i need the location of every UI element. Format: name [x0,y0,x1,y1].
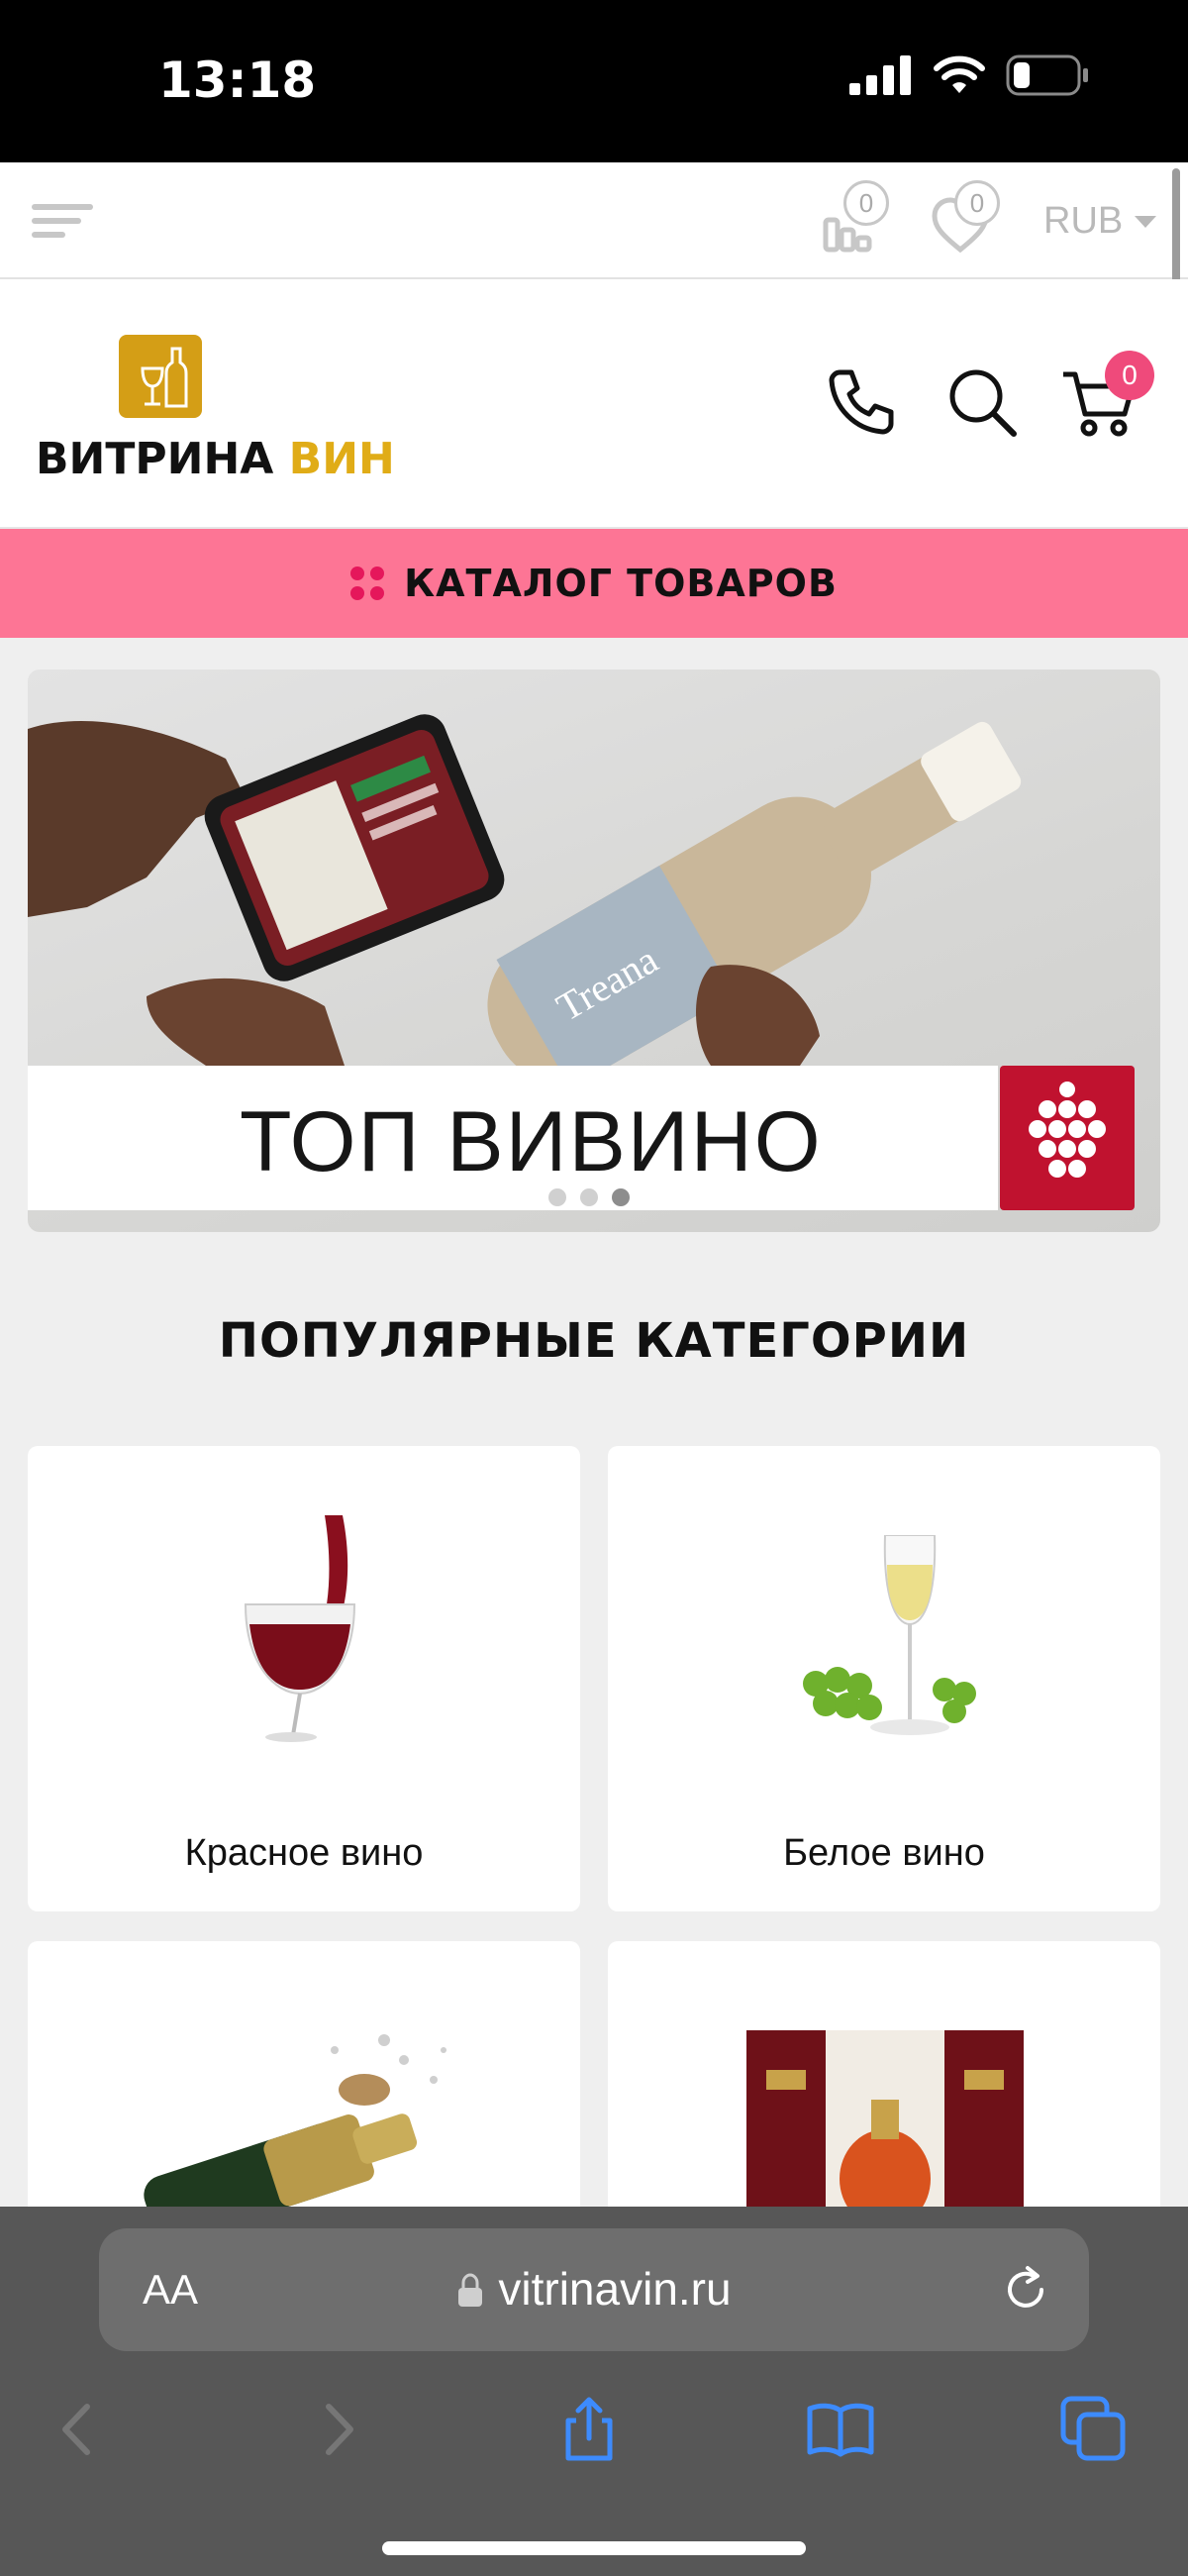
compare-count-badge: 0 [843,180,889,226]
home-indicator[interactable] [382,2541,806,2555]
reload-icon[interactable] [1000,2264,1051,2316]
banner-dot[interactable] [548,1188,566,1206]
popular-categories-title: ПОПУЛЯРНЫЕ КАТЕГОРИИ [218,1313,970,1369]
lock-icon [458,2273,483,2307]
catalog-button[interactable]: КАТАЛОГ ТОВАРОВ [0,529,1188,638]
forward-icon[interactable] [303,2395,372,2464]
bookmarks-icon[interactable] [806,2395,875,2464]
address-bar[interactable]: AA vitrinavin.ru [99,2228,1089,2351]
favorites-count-badge: 0 [954,180,1000,226]
utility-bar: 0 0 RUB [0,162,1188,279]
banner-title: ТОП ВИВИНО [240,1094,823,1189]
chevron-down-icon [1135,215,1157,228]
status-icons [849,54,1089,96]
site-logo[interactable]: ВИТРИНА ВИН [36,335,395,484]
banner-dot-active[interactable] [612,1188,630,1206]
vivino-logo [1000,1066,1135,1210]
champagne-image [144,2034,446,2238]
promo-banner[interactable]: Treana ТОП ВИВИНО [28,670,1160,1232]
logo-wordmark: ВИТРИНА ВИН [36,434,395,484]
url-text: vitrinavin.ru [498,2263,732,2315]
status-bar: 13:18 [0,0,1188,162]
white-wine-image [803,1535,976,1735]
banner-pagination [548,1188,630,1206]
search-icon[interactable] [942,362,1022,442]
battery-icon [1006,54,1088,96]
category-card-cognac[interactable] [608,1941,1160,2238]
url-display: vitrinavin.ru [99,2262,1089,2316]
logo-emblem [119,335,202,418]
category-card-white-wine[interactable]: Белое вино [608,1446,1160,1911]
grid-dots-icon [350,567,385,600]
tabs-icon[interactable] [1059,2395,1129,2464]
menu-hamburger-icon[interactable] [32,196,93,244]
compare-button[interactable]: 0 [818,180,897,259]
category-card-sparkling[interactable] [28,1941,580,2238]
site-header: ВИТРИНА ВИН [0,279,1188,529]
category-card-red-wine[interactable]: Красное вино [28,1446,580,1911]
red-wine-image [244,1515,356,1742]
phone-icon[interactable] [822,362,901,442]
browser-toolbar: AA vitrinavin.ru [0,2207,1188,2576]
currency-value: RUB [1043,200,1124,242]
currency-select[interactable]: RUB [1043,200,1157,243]
banner-dot[interactable] [580,1188,598,1206]
back-icon[interactable] [44,2395,113,2464]
wifi-icon [934,55,985,93]
catalog-label: КАТАЛОГ ТОВАРОВ [404,562,838,605]
favorites-button[interactable]: 0 [931,180,1010,259]
share-icon[interactable] [554,2395,624,2464]
category-label: Красное вино [184,1832,424,1874]
status-time: 13:18 [158,52,317,109]
cellular-signal-icon [849,55,911,95]
cart-count-badge: 0 [1105,351,1154,400]
category-label: Белое вино [783,1832,985,1874]
